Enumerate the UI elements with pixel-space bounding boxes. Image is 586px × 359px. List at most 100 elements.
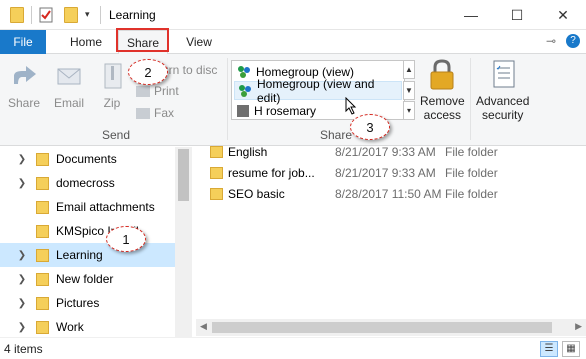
- nav-item-domecross[interactable]: ❯ domecross: [0, 171, 175, 195]
- share-button[interactable]: Share: [8, 62, 40, 110]
- file-name: SEO basic: [228, 187, 285, 201]
- file-list-scrollbar-thumb[interactable]: [212, 322, 552, 333]
- lock-icon: [430, 59, 454, 90]
- nav-item-new-folder[interactable]: ❯ New folder: [0, 267, 175, 291]
- tab-home[interactable]: Home: [60, 30, 112, 54]
- homegroup-icon: [239, 84, 251, 97]
- title-bar: ▾ Learning — ☐ ✕: [0, 0, 586, 30]
- chevron-right-icon[interactable]: ❯: [16, 298, 28, 309]
- scroll-left-icon[interactable]: ◀: [200, 321, 207, 332]
- maximize-button[interactable]: ☐: [494, 0, 540, 30]
- scroll-up-icon[interactable]: ▲: [403, 60, 415, 79]
- divider: [100, 6, 101, 24]
- folder-icon: [10, 7, 24, 23]
- window-title: Learning: [109, 8, 156, 22]
- nav-item-label: New folder: [56, 272, 114, 286]
- large-icons-view-icon[interactable]: ▦: [562, 341, 580, 357]
- print-button[interactable]: Print: [136, 84, 179, 98]
- list-item[interactable]: SEO basic 8/28/2017 11:50 AM File folder: [210, 183, 498, 205]
- file-date: 8/28/2017 11:50 AM: [335, 187, 442, 201]
- share-list-scroller[interactable]: ▲ ▼ ▾: [403, 60, 415, 120]
- send-group-label: Send: [102, 128, 131, 142]
- details-view-icon[interactable]: ☰: [540, 341, 558, 357]
- zip-button[interactable]: Zip: [98, 62, 126, 110]
- expand-list-icon[interactable]: ▾: [403, 101, 415, 120]
- chevron-right-icon[interactable]: ❯: [16, 322, 28, 333]
- email-button[interactable]: Email: [54, 62, 84, 110]
- remove-access-button[interactable]: Remove access: [420, 58, 465, 122]
- advanced-security-button[interactable]: Advanced security: [476, 58, 529, 122]
- share-item-homegroup-view-edit[interactable]: Homegroup (view and edit): [234, 77, 402, 105]
- list-item[interactable]: English 8/21/2017 9:33 AM File folder: [210, 141, 498, 163]
- homegroup-icon: [238, 65, 250, 78]
- new-folder-icon[interactable]: [64, 7, 78, 23]
- share-group-label: Share: [320, 128, 353, 142]
- properties-icon[interactable]: [39, 7, 53, 23]
- folder-icon: [36, 320, 49, 334]
- chevron-right-icon[interactable]: ❯: [16, 250, 28, 261]
- remove-access-label-1: Remove: [420, 94, 465, 108]
- file-name: resume for job...: [228, 166, 315, 180]
- nav-item-kmspico[interactable]: KMSpico Install: [0, 219, 175, 243]
- tab-file[interactable]: File: [0, 30, 46, 54]
- email-icon: [57, 68, 81, 85]
- scroll-right-icon[interactable]: ▶: [575, 321, 582, 332]
- help-icon[interactable]: ?: [566, 34, 580, 48]
- advanced-security-icon: [493, 60, 515, 88]
- file-name: English: [228, 145, 268, 159]
- minimize-button[interactable]: —: [448, 0, 494, 30]
- nav-item-label: Work: [56, 320, 84, 334]
- folder-icon: [36, 248, 49, 262]
- advanced-security-label-1: Advanced: [476, 94, 530, 108]
- list-item[interactable]: resume for job... 8/21/2017 9:33 AM File…: [210, 162, 498, 184]
- nav-item-pictures[interactable]: ❯ Pictures: [0, 291, 175, 315]
- chevron-right-icon[interactable]: ❯: [16, 274, 28, 285]
- divider: [31, 6, 32, 24]
- chevron-right-icon[interactable]: ❯: [16, 154, 28, 165]
- tab-view[interactable]: View: [176, 30, 222, 54]
- chevron-right-icon[interactable]: ❯: [16, 178, 28, 189]
- annotation-callout-2: 2: [128, 59, 168, 85]
- share-tab-highlight: [116, 28, 169, 52]
- annotation-callout-1: 1: [106, 226, 146, 252]
- print-label: Print: [154, 84, 179, 98]
- file-type: File folder: [445, 145, 498, 159]
- nav-scrollbar-thumb[interactable]: [178, 149, 189, 201]
- nav-item-label: Documents: [56, 152, 117, 166]
- nav-item-label: domecross: [56, 176, 115, 190]
- file-list-scrollbar[interactable]: ◀ ▶: [196, 319, 586, 336]
- nav-item-learning[interactable]: ❯ Learning: [0, 243, 175, 267]
- nav-item-email-attachments[interactable]: Email attachments: [0, 195, 175, 219]
- nav-item-label: Email attachments: [56, 200, 155, 214]
- user-icon: [237, 104, 249, 117]
- fax-button[interactable]: Fax: [136, 106, 174, 120]
- nav-item-documents[interactable]: ❯ Documents: [0, 147, 175, 171]
- status-bar: 4 items ☰ ▦: [0, 337, 586, 359]
- folder-icon: [36, 224, 49, 238]
- folder-icon: [36, 152, 49, 166]
- folder-icon: [210, 146, 223, 158]
- email-button-label: Email: [54, 96, 85, 110]
- printer-icon: [136, 85, 150, 97]
- share-item-label: H rosemary: [254, 103, 317, 118]
- folder-icon: [210, 188, 223, 200]
- folder-icon: [210, 167, 223, 179]
- customize-toolbar-chevron-icon[interactable]: ▾: [85, 9, 90, 20]
- nav-scrollbar[interactable]: [175, 147, 192, 337]
- close-button[interactable]: ✕: [540, 0, 586, 30]
- folder-icon: [36, 272, 49, 286]
- scroll-down-icon[interactable]: ▼: [403, 80, 415, 100]
- ribbon-tabs: File Home Share View ⊸ ?: [0, 30, 586, 55]
- zip-button-label: Zip: [103, 96, 121, 110]
- nav-item-label: Pictures: [56, 296, 100, 310]
- nav-item-work[interactable]: ❯ Work: [0, 315, 175, 339]
- item-count: 4 items: [4, 342, 43, 356]
- nav-item-label: Learning: [56, 248, 103, 262]
- share-arrow-icon: [14, 66, 37, 84]
- ribbon-help-area: ⊸ ?: [546, 34, 580, 48]
- pin-ribbon-icon[interactable]: ⊸: [546, 34, 556, 48]
- share-with-list[interactable]: Homegroup (view) Homegroup (view and edi…: [231, 60, 405, 120]
- group-separator: [227, 58, 228, 140]
- file-type: File folder: [445, 187, 498, 201]
- folder-icon: [36, 176, 49, 190]
